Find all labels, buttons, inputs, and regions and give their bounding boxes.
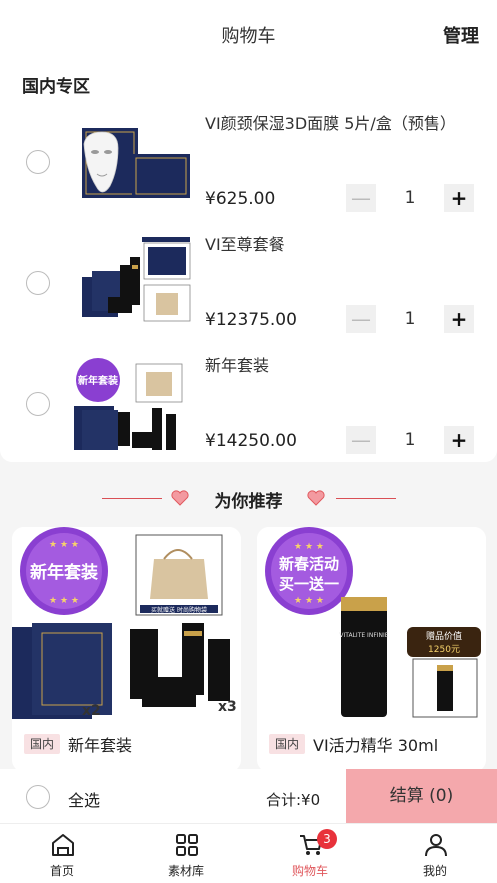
heart-icon [307, 490, 325, 506]
svg-text:★ ★ ★: ★ ★ ★ [294, 542, 324, 552]
total-amount: 合计:¥0 [266, 791, 321, 809]
region-tag: 国内 [24, 734, 61, 754]
svg-text:新年套装: 新年套装 [78, 374, 118, 387]
item-select-radio[interactable] [26, 392, 50, 416]
tab-profile[interactable]: 我的 [373, 824, 497, 883]
product-name: VI活力精华 30ml [313, 736, 439, 755]
tab-label: 我的 [422, 864, 447, 878]
checkout-bar: 全选 合计:¥0 结算 (0) [0, 769, 497, 823]
tab-label: 首页 [49, 864, 74, 878]
item-price: ¥12375.00 [205, 310, 297, 330]
item-price: ¥625.00 [205, 189, 276, 209]
badge-text: 买一送一 [279, 575, 339, 593]
multiplier-text: x2 [82, 703, 101, 719]
gift-label: 赠品价值 [426, 630, 462, 642]
user-icon [425, 834, 447, 857]
cart-item: VI至尊套餐 ¥12375.00 — 1 + [0, 223, 497, 344]
product-name: 新年套装 [68, 736, 133, 755]
quantity-stepper: — 1 + [346, 426, 474, 454]
item-price: ¥14250.00 [205, 431, 297, 451]
quantity-value[interactable]: 1 [376, 426, 444, 454]
gift-value: 1250元 [428, 645, 460, 655]
quantity-value[interactable]: 1 [376, 184, 444, 212]
bottom-tabbar: 首页 素材库 购物车 3 我的 [0, 823, 497, 883]
bag-caption: 买就赠送 时尚购物袋 [151, 606, 207, 614]
cart-count-badge: 3 [317, 829, 337, 849]
cart-item: VI颜颈保湿3D面膜 5片/盒（预售） ¥625.00 — 1 + [0, 102, 497, 223]
tab-cart[interactable]: 购物车 [248, 824, 372, 883]
item-name[interactable]: 新年套装 [205, 352, 480, 376]
tab-label: 素材库 [167, 864, 204, 878]
tab-label: 购物车 [291, 864, 328, 878]
svg-text:★ ★ ★: ★ ★ ★ [49, 596, 79, 606]
svg-text:★ ★ ★: ★ ★ ★ [49, 540, 79, 550]
recommend-product[interactable]: ★ ★ ★ 新春活动 买一送一 ★ ★ ★ VITALITE INFINIE 赠… [257, 527, 486, 772]
region-tag: 国内 [269, 734, 306, 754]
quantity-value[interactable]: 1 [376, 305, 444, 333]
multiplier-text: x3 [218, 699, 237, 715]
cart-section: 国内专区 VI颜颈保湿3D面膜 5片/盒（预售） ¥625.00 — 1 + V… [0, 66, 497, 462]
tab-materials[interactable]: 素材库 [124, 824, 248, 883]
home-icon [52, 834, 74, 856]
recommend-header: 为你推荐 [0, 482, 497, 514]
badge-text: 新春活动 [279, 555, 339, 573]
manage-button[interactable]: 管理 [443, 22, 479, 48]
recommend-title: 为你推荐 [214, 492, 283, 512]
product-image: 新年套装 ★ ★ ★ ★ ★ ★ 买就赠送 时尚购物袋 x2 x3 [12, 527, 241, 725]
product-thumbnail[interactable]: 新年套装 [72, 356, 194, 454]
decrease-button[interactable]: — [346, 426, 376, 454]
cart-item: 新年套装 新年套装 ¥14250.00 — 1 + [0, 344, 497, 465]
page-title: 购物车 [221, 26, 276, 47]
badge-text: 新年套装 [30, 562, 98, 583]
section-title: 国内专区 [22, 77, 90, 97]
bottle-brand: VITALITE INFINIE [339, 632, 388, 639]
divider [336, 498, 396, 499]
top-header: 购物车 管理 [0, 0, 497, 66]
tab-home[interactable]: 首页 [0, 824, 124, 883]
recommend-product[interactable]: 新年套装 ★ ★ ★ ★ ★ ★ 买就赠送 时尚购物袋 x2 x3 国内 新年套… [12, 527, 241, 772]
item-select-radio[interactable] [26, 271, 50, 295]
quantity-stepper: — 1 + [346, 184, 474, 212]
increase-button[interactable]: + [444, 305, 474, 333]
item-name[interactable]: VI颜颈保湿3D面膜 5片/盒（预售） [205, 110, 480, 134]
item-select-radio[interactable] [26, 150, 50, 174]
checkout-button[interactable]: 结算 (0) [346, 769, 497, 823]
select-all-radio[interactable] [26, 785, 50, 809]
decrease-button[interactable]: — [346, 305, 376, 333]
item-name[interactable]: VI至尊套餐 [205, 231, 480, 255]
svg-text:★ ★ ★: ★ ★ ★ [294, 596, 324, 606]
product-image: ★ ★ ★ 新春活动 买一送一 ★ ★ ★ VITALITE INFINIE 赠… [257, 527, 486, 725]
product-thumbnail[interactable] [72, 114, 194, 212]
grid-icon [176, 834, 198, 856]
increase-button[interactable]: + [444, 184, 474, 212]
quantity-stepper: — 1 + [346, 305, 474, 333]
select-all-label[interactable]: 全选 [68, 787, 100, 811]
decrease-button[interactable]: — [346, 184, 376, 212]
increase-button[interactable]: + [444, 426, 474, 454]
product-thumbnail[interactable] [72, 235, 194, 333]
